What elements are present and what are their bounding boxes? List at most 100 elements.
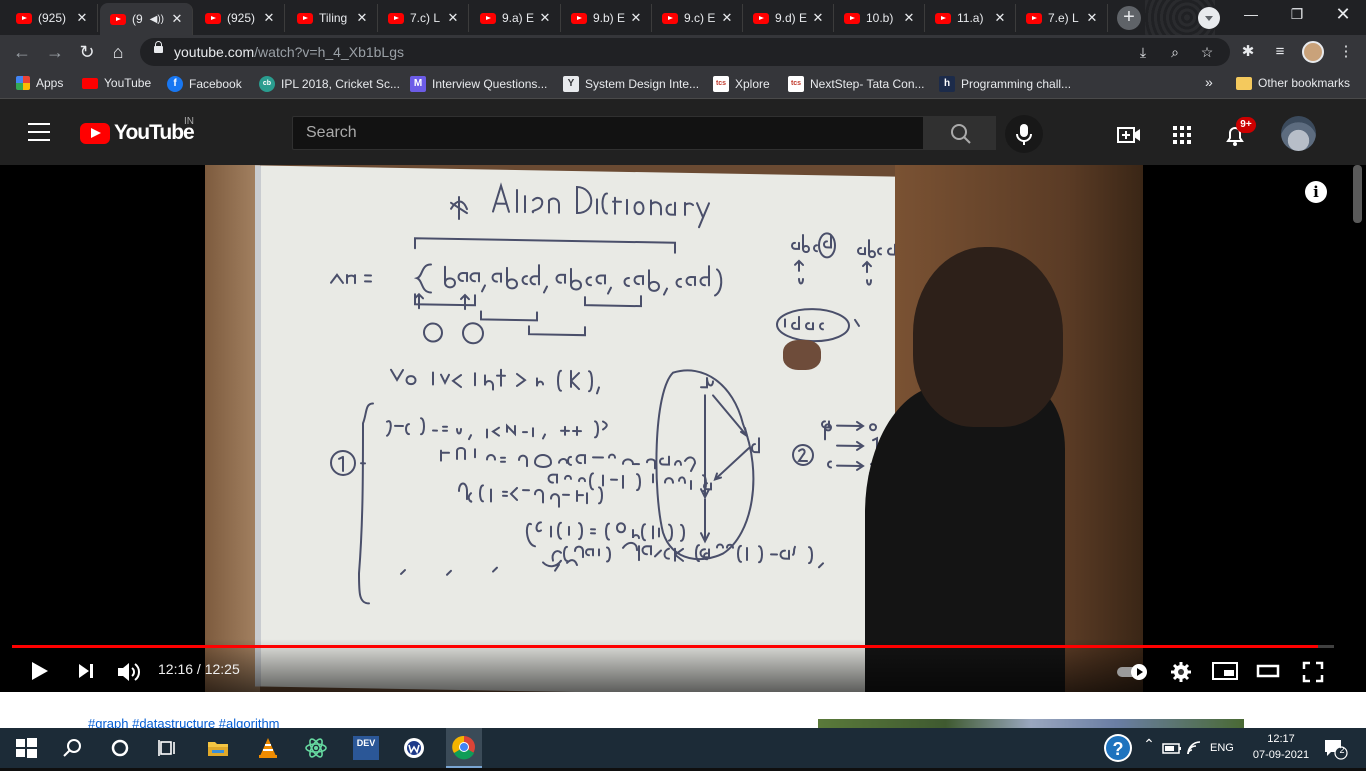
media-control-icon[interactable]: ≡: [1270, 42, 1290, 62]
youtube-favicon-icon: [388, 12, 404, 24]
bookmark-star-icon[interactable]: ☆: [1197, 42, 1217, 62]
close-tab-icon[interactable]: ✕: [1083, 10, 1101, 26]
battery-icon[interactable]: [1160, 736, 1184, 760]
windows-start-icon[interactable]: [14, 736, 38, 760]
task-view-icon[interactable]: [156, 736, 180, 760]
close-tab-icon[interactable]: ✕: [73, 10, 91, 26]
settings-button[interactable]: [1169, 660, 1193, 689]
youtube-logo[interactable]: YouTube IN: [80, 116, 195, 145]
search-input[interactable]: Search: [292, 116, 924, 150]
youtube-favicon-icon: [480, 12, 496, 24]
autoplay-toggle[interactable]: [1116, 663, 1150, 686]
account-avatar[interactable]: [1281, 116, 1316, 151]
close-tab-icon[interactable]: ✕: [444, 10, 462, 26]
page-scrollbar-thumb[interactable]: [1353, 165, 1362, 223]
dev-cpp-icon[interactable]: DEV: [353, 736, 379, 760]
browser-tab[interactable]: 9.b) E ✕: [561, 4, 652, 32]
video-player[interactable]: i 12:16 / 12:25: [0, 165, 1366, 692]
lock-icon[interactable]: [154, 41, 163, 53]
app-w-icon[interactable]: [402, 736, 426, 760]
forward-arrow-icon[interactable]: →: [43, 40, 67, 64]
chrome-menu-icon[interactable]: ⋮: [1336, 42, 1356, 62]
browser-tab[interactable]: 7.c) L ✕: [378, 4, 469, 32]
browser-tab[interactable]: 9.a) E ✕: [470, 4, 561, 32]
apps-grid-icon[interactable]: [1170, 123, 1194, 147]
show-hidden-icons-chevron[interactable]: ⌃: [1137, 736, 1161, 760]
bookmark-programming-challenges[interactable]: h Programming chall...: [939, 76, 1071, 92]
volume-button[interactable]: [116, 660, 144, 689]
home-icon[interactable]: ⌂: [106, 40, 130, 64]
svg-text:?: ?: [1113, 739, 1124, 759]
info-card-icon[interactable]: i: [1305, 181, 1327, 203]
close-tab-icon[interactable]: ✕: [627, 10, 645, 26]
bookmark-youtube[interactable]: YouTube: [82, 76, 151, 90]
cortana-icon[interactable]: [108, 736, 132, 760]
close-tab-icon[interactable]: ✕: [991, 10, 1009, 26]
browser-tab[interactable]: 7.e) L ✕: [1016, 4, 1108, 32]
atom-editor-icon[interactable]: [304, 736, 328, 760]
whiteboard-sketch: [330, 182, 896, 605]
close-tab-icon[interactable]: ✕: [168, 11, 186, 27]
play-button[interactable]: [28, 660, 50, 687]
miniplayer-button[interactable]: [1211, 660, 1239, 687]
bookmark-nextstep[interactable]: tcs NextStep- Tata Con...: [788, 76, 925, 92]
extensions-puzzle-icon[interactable]: ✱: [1238, 42, 1258, 62]
bookmark-apps[interactable]: Apps: [16, 76, 63, 90]
minimize-window-icon[interactable]: —: [1228, 0, 1274, 30]
hamburger-menu-icon[interactable]: [28, 123, 50, 141]
close-tab-icon[interactable]: ✕: [900, 10, 918, 26]
file-explorer-icon[interactable]: [206, 736, 230, 760]
progress-bar[interactable]: [12, 645, 1334, 648]
other-bookmarks-folder[interactable]: Other bookmarks: [1236, 76, 1350, 90]
close-tab-icon[interactable]: ✕: [809, 10, 827, 26]
close-tab-icon[interactable]: ✕: [353, 10, 371, 26]
profile-avatar[interactable]: [1302, 41, 1324, 63]
url-text[interactable]: youtube.com/watch?v=h_4_Xb1bLgs: [174, 44, 404, 60]
help-icon[interactable]: ?: [1103, 733, 1133, 763]
close-tab-icon[interactable]: ✕: [718, 10, 736, 26]
install-app-icon[interactable]: ⤓: [1133, 42, 1153, 62]
next-video-button[interactable]: [76, 660, 96, 687]
search-button[interactable]: [924, 116, 996, 150]
chrome-taskbar-button[interactable]: [446, 728, 482, 768]
theater-mode-button[interactable]: [1256, 660, 1282, 687]
browser-tab[interactable]: 10.b) ✕: [834, 4, 925, 32]
bookmark-system-design[interactable]: Y System Design Inte...: [563, 76, 699, 92]
tab-search-button[interactable]: [1198, 7, 1220, 29]
back-arrow-icon[interactable]: ←: [10, 40, 34, 64]
browser-tab[interactable]: (925) ✕: [6, 4, 98, 32]
voice-search-button[interactable]: [1005, 115, 1043, 153]
address-bar[interactable]: youtube.com/watch?v=h_4_Xb1bLgs ⤓ ⌕ ☆: [140, 38, 1230, 66]
more-bookmarks-chevron[interactable]: »: [1205, 74, 1213, 90]
browser-tab[interactable]: 11.a) ✕: [925, 4, 1016, 32]
close-tab-icon[interactable]: ✕: [260, 10, 278, 26]
y-combinator-icon: Y: [563, 76, 579, 92]
bookmark-interview-questions[interactable]: M Interview Questions...: [410, 76, 547, 92]
close-tab-icon[interactable]: ✕: [536, 10, 554, 26]
bookmark-xplore[interactable]: tcs Xplore: [713, 76, 770, 92]
browser-tab-active[interactable]: (9 ◀)) ✕: [100, 3, 193, 35]
tab-audio-icon[interactable]: ◀)): [150, 14, 164, 25]
taskbar-clock[interactable]: 12:17 07-09-2021: [1248, 731, 1314, 763]
vlc-icon[interactable]: [256, 736, 280, 760]
browser-tab[interactable]: 9.d) E ✕: [743, 4, 834, 32]
new-tab-button[interactable]: +: [1117, 6, 1141, 30]
wifi-icon[interactable]: [1184, 736, 1208, 760]
video-whiteboard: [255, 165, 896, 692]
bookmark-facebook[interactable]: f Facebook: [167, 76, 242, 92]
fullscreen-button[interactable]: [1301, 660, 1325, 689]
browser-tab[interactable]: (925) ✕: [195, 4, 285, 32]
fullscreen-icon: [1302, 661, 1324, 683]
create-video-icon[interactable]: [1117, 123, 1141, 147]
action-center-icon[interactable]: 2: [1322, 736, 1348, 760]
recommended-video-thumbnail[interactable]: [818, 719, 1244, 728]
close-window-icon[interactable]: ✕: [1320, 0, 1366, 30]
restore-window-icon[interactable]: ❐: [1274, 0, 1320, 30]
input-language[interactable]: ENG: [1210, 736, 1238, 760]
search-icon[interactable]: [60, 736, 84, 760]
bookmark-ipl[interactable]: cb IPL 2018, Cricket Sc...: [259, 76, 400, 92]
browser-tab[interactable]: Tiling ✕: [287, 4, 378, 32]
zoom-icon[interactable]: ⌕: [1165, 42, 1185, 62]
reload-icon[interactable]: ↻: [75, 40, 99, 64]
browser-tab[interactable]: 9.c) E ✕: [652, 4, 743, 32]
